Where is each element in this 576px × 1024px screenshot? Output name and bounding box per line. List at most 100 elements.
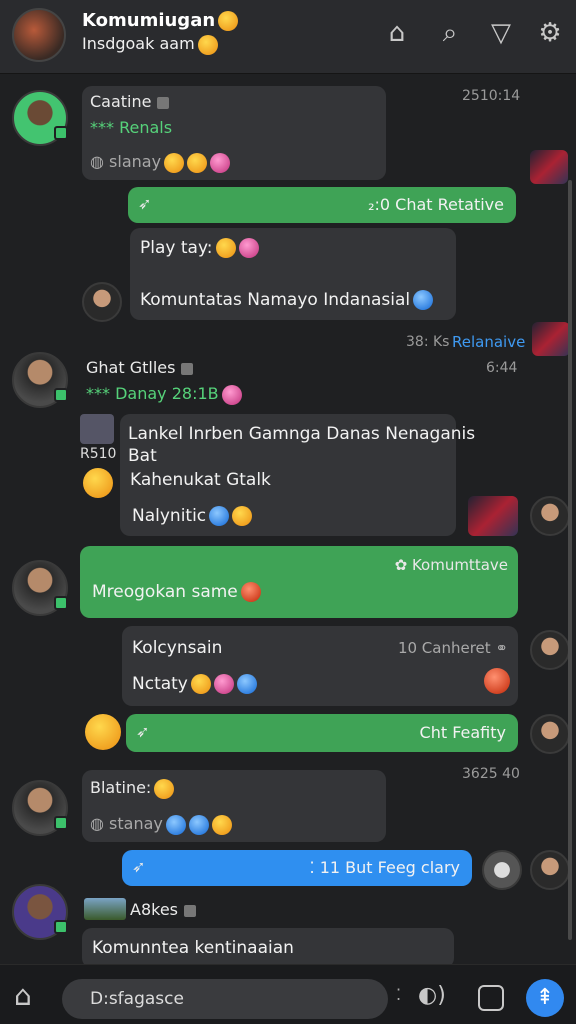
avatar[interactable] — [12, 90, 68, 146]
message-text: Mreogokan same — [92, 582, 238, 602]
message-text: Komunntea kentinaaian — [92, 938, 294, 958]
message-meta: 10 Canheret — [397, 639, 491, 657]
timestamp: 2510:14 — [462, 88, 521, 104]
reply-icon: ➶ — [138, 194, 152, 213]
send-button[interactable]: ⇞ — [526, 979, 564, 1017]
emoji-icon — [85, 714, 121, 750]
colon-icon: ⁚ — [396, 985, 402, 1004]
sender-name: Blatine: — [90, 778, 152, 797]
message-input[interactable]: D:sfagasce — [62, 979, 388, 1019]
home-icon[interactable]: ⌂ — [382, 18, 412, 48]
message-text: Komuntatas Namayo Indanasial — [140, 290, 411, 310]
sender-name: Ghat Gtlles — [86, 358, 176, 377]
emoji-icon — [236, 674, 257, 694]
relation-link[interactable]: Relanaive — [452, 333, 525, 351]
settings-icon[interactable] — [482, 850, 522, 890]
message-bubble[interactable]: Komunntea kentinaaian — [82, 928, 454, 968]
avatar[interactable] — [12, 780, 68, 836]
message-text: Nalynitic — [132, 506, 207, 526]
camera-icon[interactable] — [478, 985, 504, 1011]
online-badge — [54, 816, 68, 830]
timestamp: 3625 40 — [462, 766, 520, 782]
message-text: 11 But Feeg clary — [319, 858, 460, 877]
avatar[interactable] — [12, 352, 68, 408]
avatar[interactable] — [530, 496, 570, 536]
message-text: Bat — [128, 446, 157, 466]
voice-icon[interactable]: ◐) — [418, 983, 446, 1008]
avatar[interactable] — [12, 884, 68, 940]
emoji-icon — [221, 384, 242, 405]
emoji-icon — [232, 506, 253, 526]
message-text: Cht Feafity — [419, 723, 506, 742]
message-text: Play tay: — [140, 238, 213, 258]
flower-icon: ✿ — [394, 556, 412, 574]
message-bubble[interactable]: Caatine *** Renals ◍ slanay — [82, 86, 386, 180]
media-thumbnail[interactable] — [84, 898, 126, 920]
sender-status: *** Danay 28:1B — [86, 384, 219, 403]
avatar[interactable] — [530, 714, 570, 754]
emoji-icon — [209, 506, 230, 526]
status-text: stanay — [109, 814, 163, 833]
message-bubble[interactable]: ✿ Komumttave Mreogokan same — [80, 546, 518, 618]
composer-bar: ⌂ D:sfagasce ⁚ ◐) ⇞ — [0, 964, 576, 1024]
avatar[interactable] — [530, 850, 570, 890]
sender-name: Caatine — [90, 92, 152, 111]
message-text: Nctaty — [132, 674, 188, 694]
emoji-icon — [154, 778, 175, 799]
emoji-icon — [211, 814, 232, 835]
chat-subtitle: Insdgoak aam — [82, 34, 218, 55]
sender-name: A8kes — [130, 900, 178, 919]
emoji-icon — [165, 814, 186, 835]
home-icon[interactable]: ⌂ — [14, 979, 32, 1012]
chat-header: Komumiugan Insdgoak aam ⌂ ⌕ ▽ ⚙ — [0, 0, 576, 74]
avatar[interactable] — [12, 560, 68, 616]
emoji-icon — [190, 674, 211, 694]
scrollbar[interactable] — [568, 180, 572, 940]
media-thumbnail[interactable] — [80, 414, 114, 444]
emoji-icon — [83, 468, 113, 498]
online-badge — [54, 388, 68, 402]
emoji-icon — [164, 152, 185, 173]
emoji-icon — [240, 582, 261, 602]
timestamp: 6:44 — [486, 360, 518, 376]
timestamp: 38: Ks — [406, 334, 450, 350]
message-text: Lankel Inrben Gamnga Danas Nenaganis — [128, 424, 476, 444]
sender-status: *** Renals — [90, 118, 173, 137]
lock-icon — [184, 904, 196, 917]
lock-icon — [181, 362, 194, 375]
message-label: Komumttave — [411, 556, 508, 574]
reply-icon: ➶ — [136, 722, 150, 741]
message-bubble[interactable]: Play tay: Komuntatas Namayo Indanasial — [130, 228, 456, 320]
filter-icon[interactable]: ▽ — [486, 18, 516, 48]
emoji-icon — [215, 238, 236, 258]
emoji-icon — [197, 34, 218, 55]
search-icon[interactable]: ⌕ — [435, 18, 465, 48]
online-badge — [54, 920, 68, 934]
group-avatar[interactable] — [12, 8, 66, 62]
emoji-icon — [413, 290, 434, 310]
message-bubble[interactable]: ➶ ₂:0 Chat Retative — [128, 187, 516, 223]
emoji-icon — [188, 814, 209, 835]
online-badge — [54, 126, 68, 140]
media-thumbnail[interactable] — [468, 496, 518, 536]
emoji-icon — [213, 674, 234, 694]
message-bubble[interactable]: ➶ Cht Feafity — [126, 714, 518, 752]
badge-label: R510 — [80, 446, 117, 462]
chat-title: Komumiugan — [82, 10, 239, 31]
settings-icon[interactable]: ⚙ — [535, 18, 565, 48]
send-icon: ➶ — [132, 857, 146, 876]
message-bubble[interactable]: Kolcynsain 10 Canheret ⚭ Nctaty — [122, 626, 518, 706]
media-thumbnail[interactable] — [532, 322, 570, 356]
message-text: Kahenukat Gtalk — [130, 470, 271, 490]
message-bubble[interactable]: Lankel Inrben Gamnga Danas Nenaganis Bat… — [120, 414, 475, 536]
online-badge — [54, 596, 68, 610]
media-thumbnail[interactable] — [530, 150, 568, 184]
emoji-icon — [218, 11, 239, 31]
status-icon: ◍ — [90, 152, 110, 171]
avatar[interactable] — [530, 630, 570, 670]
message-bubble[interactable]: Blatine: ◍ stanay — [82, 770, 386, 842]
lock-icon — [157, 96, 170, 109]
sender-name: Kolcynsain — [132, 638, 223, 658]
avatar[interactable] — [82, 282, 122, 322]
message-bubble[interactable]: ➶ ⁚ 11 But Feeg clary — [122, 850, 472, 886]
